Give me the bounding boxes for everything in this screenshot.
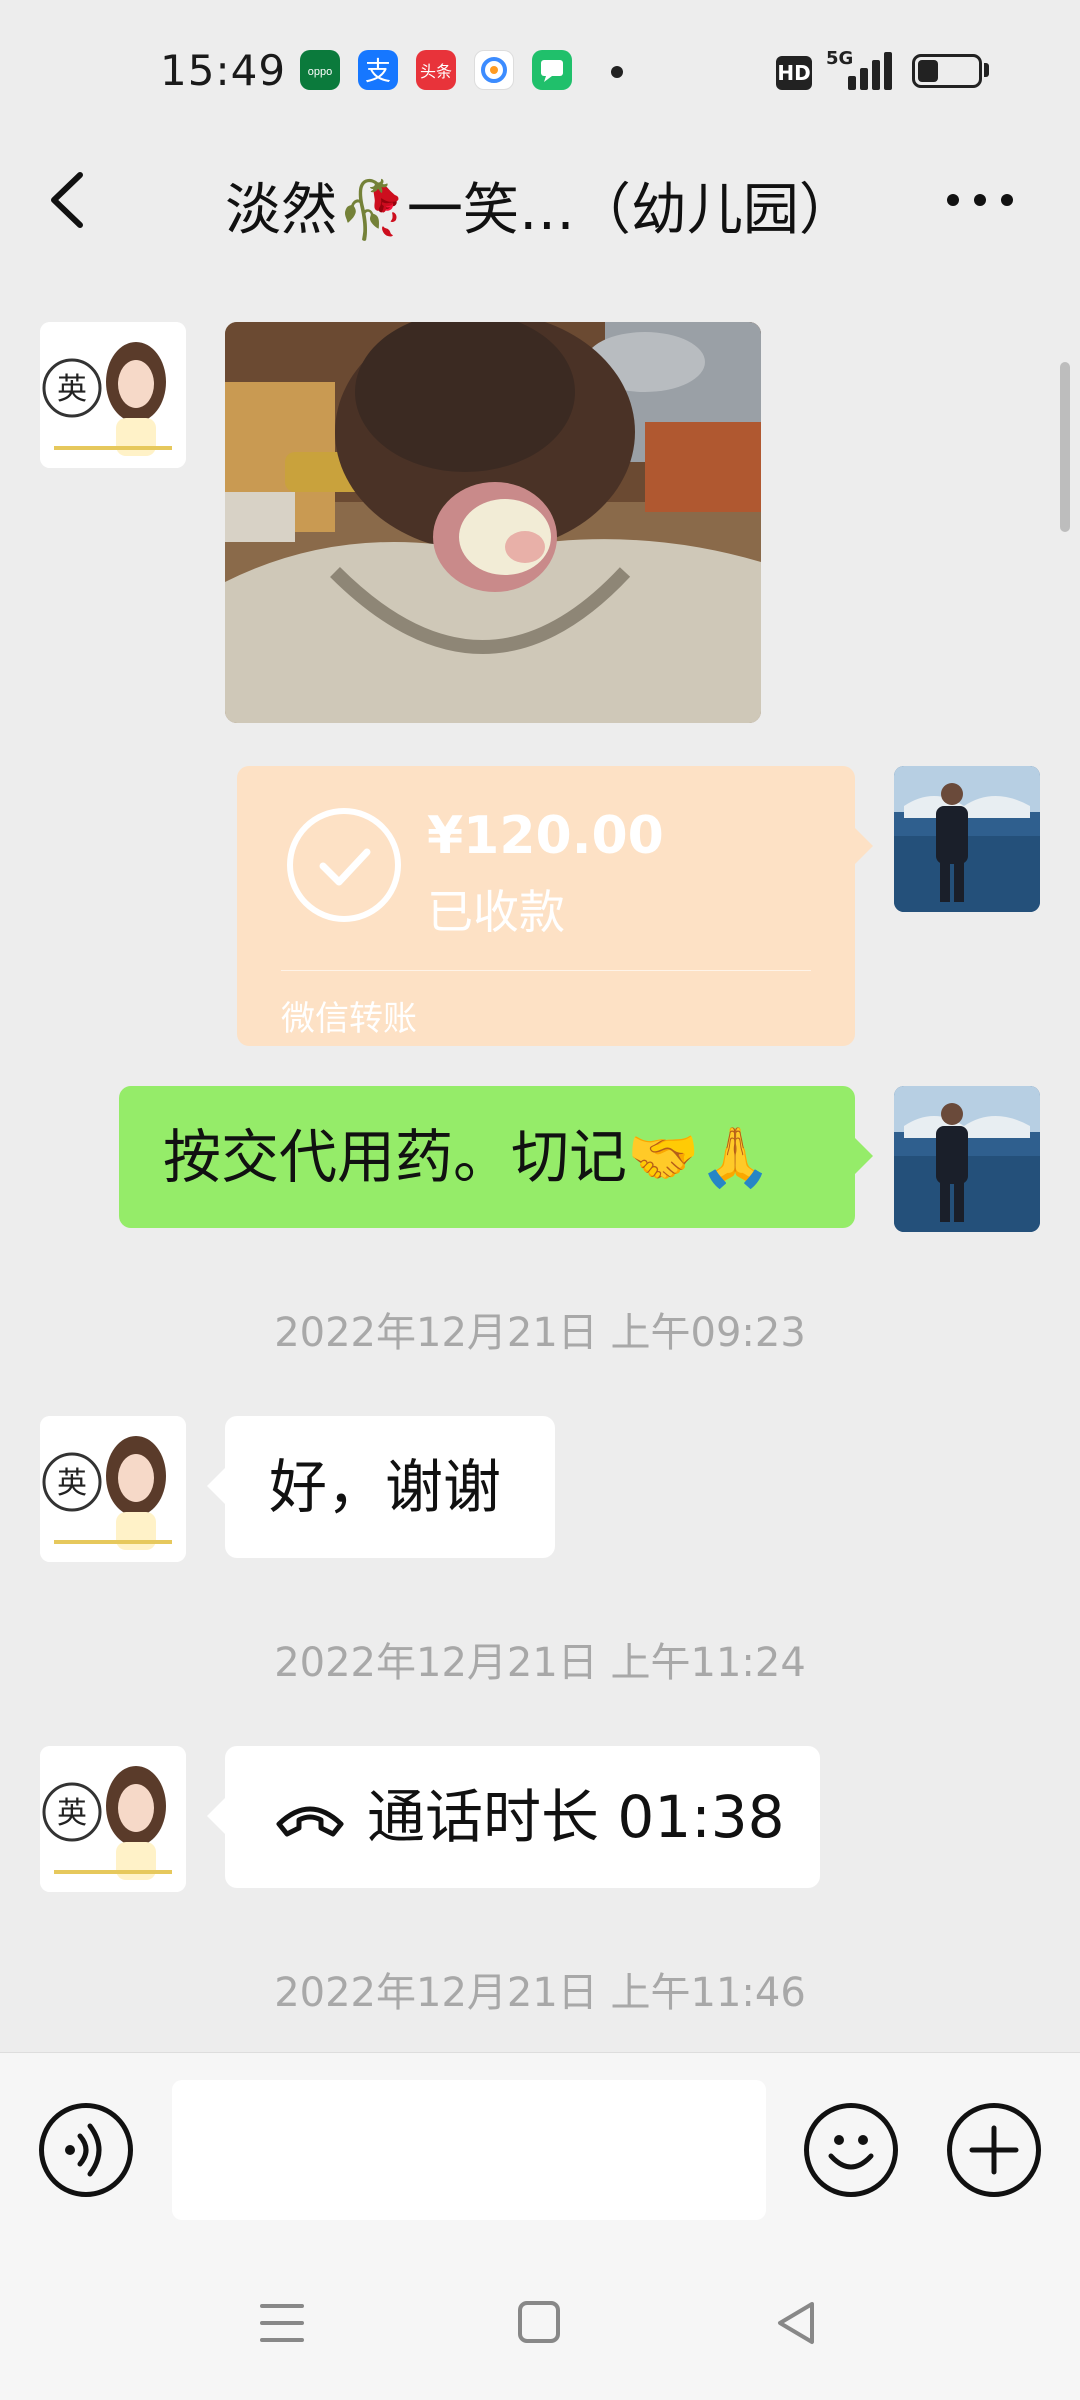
contact-avatar[interactable]: 英 — [40, 1416, 186, 1562]
timestamp: 2022年12月21日 上午11:46 — [274, 1970, 806, 2016]
scrollbar-thumb[interactable] — [1060, 362, 1070, 532]
menu-icon[interactable] — [258, 2300, 306, 2346]
call-duration-text: 通话时长 01:38 — [367, 1783, 785, 1851]
message-input[interactable] — [172, 2080, 766, 2220]
received-photo[interactable] — [225, 322, 761, 723]
svg-text:oppo: oppo — [308, 66, 332, 78]
timestamp: 2022年12月21日 上午09:23 — [274, 1310, 806, 1356]
voice-button[interactable] — [39, 2103, 133, 2197]
browser-icon — [474, 50, 514, 90]
transfer-footer: 微信转账 — [281, 999, 417, 1039]
transfer-card[interactable]: ¥120.00 已收款 微信转账 — [237, 766, 873, 1046]
svg-text:支: 支 — [365, 57, 391, 87]
svg-text:英: 英 — [57, 1796, 87, 1831]
back-button[interactable] — [40, 165, 100, 235]
call-record-bubble[interactable]: 通话时长 01:38 — [207, 1746, 820, 1888]
more-button[interactable] — [935, 170, 1025, 230]
toutiao-icon: 头条 — [416, 50, 456, 90]
my-avatar[interactable] — [894, 766, 1040, 912]
alipay-icon: 支 — [358, 50, 398, 90]
home-square-icon[interactable] — [516, 2300, 564, 2346]
contact-avatar[interactable]: 英 — [40, 322, 186, 468]
chat-title: 淡然🥀一笑…（幼儿园） — [225, 178, 855, 243]
check-circle-icon — [287, 808, 401, 922]
my-avatar[interactable] — [894, 1086, 1040, 1232]
svg-text:头条: 头条 — [420, 62, 452, 81]
transfer-status: 已收款 — [427, 885, 565, 939]
plus-icon — [969, 2125, 1019, 2175]
emoji-button[interactable] — [804, 2103, 898, 2197]
chat-app-icon — [532, 50, 572, 90]
emoji-icon — [828, 2135, 874, 2170]
battery-icon — [912, 54, 982, 88]
sent-message-bubble[interactable]: 按交代用药。切记🤝🙏 — [119, 1086, 873, 1228]
signal-icon — [848, 52, 892, 90]
status-time: 15:49 — [160, 46, 287, 95]
status-bar: 15:49 oppo 支 头条 HD 5G — [0, 0, 1080, 140]
notification-dot — [611, 66, 623, 78]
oppo-app-icon: oppo — [300, 50, 340, 90]
transfer-amount: ¥120.00 — [427, 806, 664, 866]
received-message-bubble[interactable]: 好，谢谢 — [207, 1416, 555, 1558]
voice-icon — [65, 2123, 102, 2177]
plus-button[interactable] — [947, 2103, 1041, 2197]
phone-hangup-icon — [276, 1806, 344, 1837]
contact-avatar[interactable]: 英 — [40, 1746, 186, 1892]
back-triangle-icon[interactable] — [774, 2300, 822, 2346]
more-dots-icon — [947, 194, 1013, 206]
timestamp: 2022年12月21日 上午11:24 — [274, 1640, 806, 1686]
chevron-left-icon — [51, 172, 83, 228]
svg-text:英: 英 — [57, 1466, 87, 1501]
transfer-divider — [281, 970, 811, 971]
svg-text:英: 英 — [57, 372, 87, 407]
battery-cap — [984, 63, 989, 77]
hd-badge: HD — [776, 56, 812, 90]
photo-image — [225, 322, 761, 723]
